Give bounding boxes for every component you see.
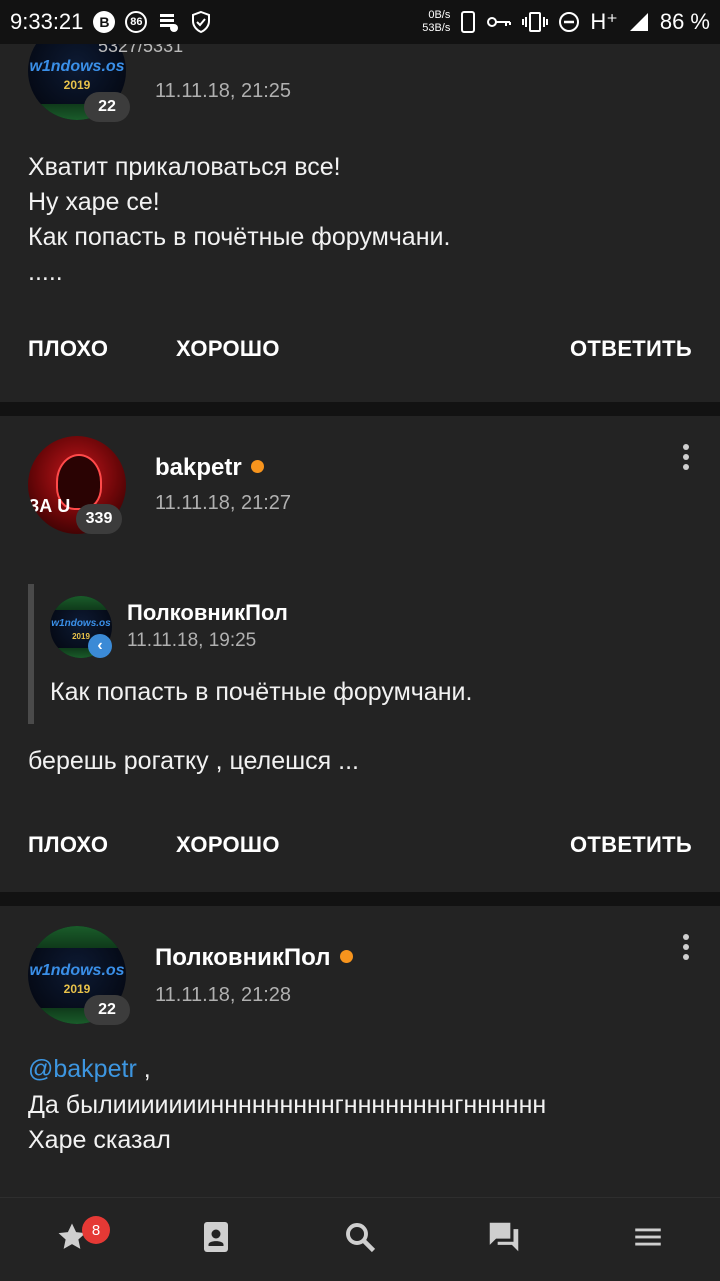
post-author[interactable]: ПолковникПол [155, 944, 353, 972]
good-button[interactable]: ХОРОШО [176, 832, 280, 858]
bad-button[interactable]: ПЛОХО [28, 336, 108, 362]
reputation-badge: 339 [76, 504, 122, 534]
nav-forum[interactable] [432, 1198, 576, 1281]
post-date: 11.11.18, 21:25 [155, 80, 292, 102]
mention-suffix: , [136, 1055, 151, 1083]
battery-level: 86 % [659, 9, 710, 34]
post-actions: ПЛОХО ХОРОШО ОТВЕТИТЬ [0, 336, 720, 376]
nav-menu[interactable] [576, 1198, 720, 1281]
phone-outline-icon [460, 10, 476, 34]
go-to-quote-icon[interactable]: ‹ [88, 634, 112, 658]
forum-icon [485, 1218, 523, 1261]
contacts-icon [198, 1219, 234, 1260]
mention-link[interactable]: @bakpetr [28, 1055, 137, 1083]
key-icon [486, 12, 512, 32]
good-button[interactable]: ХОРОШО [176, 336, 280, 362]
quote-author[interactable]: ПолковникПол [127, 600, 288, 626]
net-down: 0B/s [428, 9, 451, 21]
status-bar: 9:33:21 B 86 0B/s 53B/s H⁺ 86 % [0, 0, 720, 44]
vibrate-icon [522, 11, 549, 33]
reply-button[interactable]: ОТВЕТИТЬ [570, 832, 692, 858]
net-up: 53B/s [422, 22, 451, 34]
online-indicator [250, 460, 264, 474]
online-indicator [339, 950, 353, 964]
bad-button[interactable]: ПЛОХО [28, 832, 108, 858]
stack-notification-icon [157, 11, 179, 33]
avatar-caption: ЗА U [28, 496, 71, 516]
reputation-badge: 22 [84, 92, 130, 122]
reply-button[interactable]: ОТВЕТИТЬ [570, 336, 692, 362]
nav-search[interactable] [288, 1198, 432, 1281]
more-options-icon[interactable] [682, 934, 690, 960]
reputation-badge: 22 [84, 995, 130, 1025]
post-date: 11.11.18, 21:28 [155, 984, 292, 1006]
post-body: Хватит прикаловаться все! Ну харе се! Ка… [28, 153, 451, 286]
post-card: w1ndows.os 2019 22 ПолковникПол 11.11.18… [0, 906, 720, 1206]
more-options-icon[interactable] [682, 444, 690, 470]
quote-text: Как попасть в почётные форумчани. [50, 678, 473, 706]
clock: 9:33:21 [10, 9, 84, 34]
post-date: 11.11.18, 21:27 [155, 492, 292, 514]
avatar-year: 2019 [63, 78, 91, 92]
favorites-badge: 8 [82, 1216, 110, 1244]
network-speed: 0B/s 53B/s [422, 9, 450, 35]
avatar-year: 2019 [63, 982, 91, 996]
author-name[interactable]: ПолковникПол [155, 944, 331, 971]
post-card: ЗА U 339 bakpetr 11.11.18, 21:27 w1ndows… [0, 416, 720, 892]
author-name[interactable]: bakpetr [155, 454, 242, 481]
post-actions: ПЛОХО ХОРОШО ОТВЕТИТЬ [0, 832, 720, 872]
signal-icon [628, 11, 650, 33]
avatar-caption: w1ndows.os [29, 58, 125, 75]
avatar-caption: w1ndows.os [29, 962, 125, 979]
quote-bar [28, 584, 34, 724]
post-card: w1ndows.os 2019 22 11.11.18, 21:25 Хвати… [0, 22, 720, 402]
nav-contacts[interactable] [144, 1198, 288, 1281]
search-icon [342, 1219, 378, 1260]
shield-check-icon [189, 10, 213, 34]
quote-date: 11.11.18, 19:25 [127, 630, 257, 651]
network-type: H⁺ [590, 9, 618, 34]
post-body: берешь рогатку , целешся ... [28, 747, 359, 775]
counter-86-icon: 86 [125, 11, 148, 33]
nav-favorites[interactable]: 8 [0, 1198, 144, 1281]
post-body-first-line: @bakpetr , [28, 1052, 151, 1087]
bottom-navigation: 8 [0, 1197, 720, 1281]
menu-icon [631, 1220, 665, 1259]
post-body: Да былииииииинннннннннгннннннннгнннннн Х… [28, 1091, 547, 1154]
do-not-disturb-icon [558, 11, 580, 33]
b-app-icon: B [93, 11, 116, 33]
post-author[interactable]: bakpetr [155, 454, 264, 482]
